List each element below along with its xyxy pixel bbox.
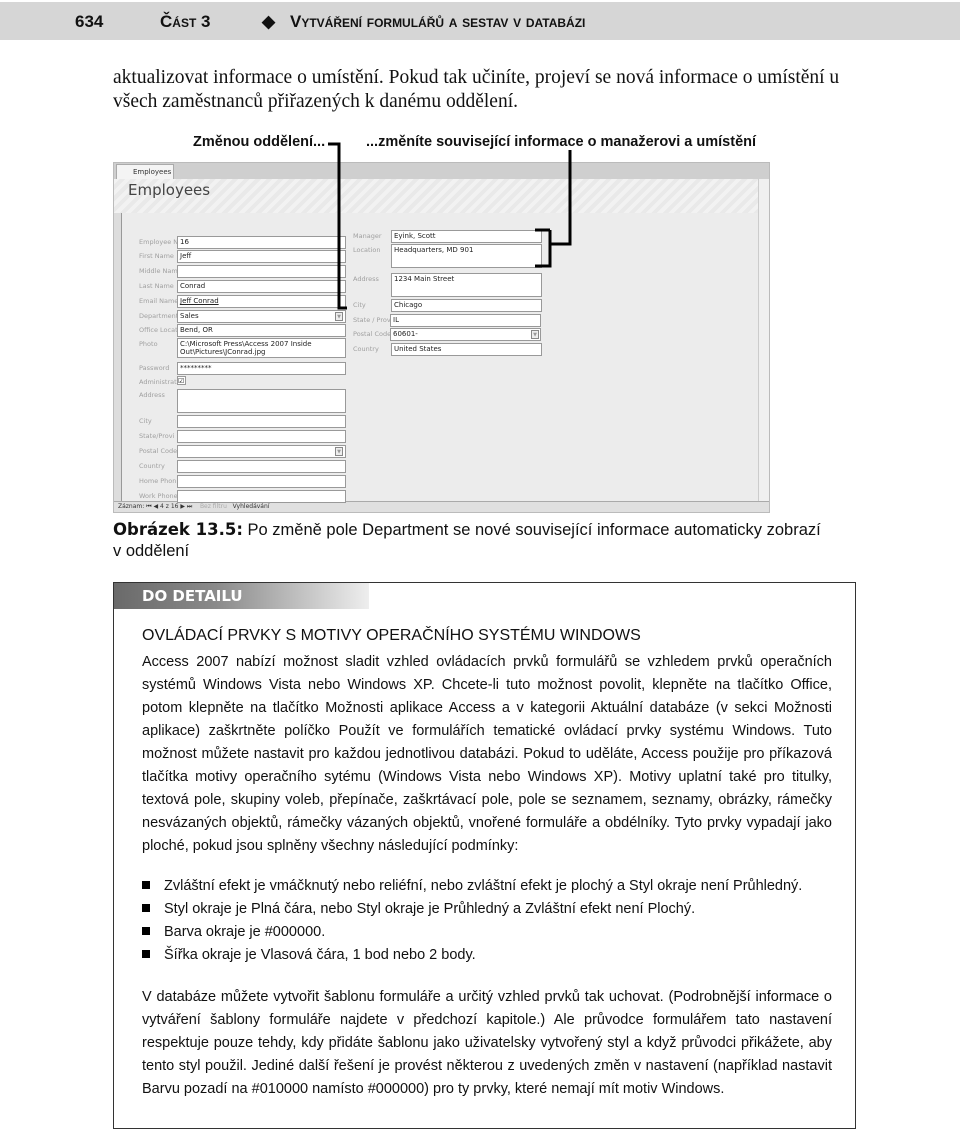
conditions-list: Zvláštní efekt je vmáčknutý nebo reliéfn… bbox=[142, 875, 802, 967]
list-item: Zvláštní efekt je vmáčknutý nebo reliéfn… bbox=[142, 875, 802, 898]
sidebar-box: DO DETAILU OVLÁDACÍ PRVKY S MOTIVY OPERA… bbox=[113, 582, 856, 1129]
list-item: Styl okraje je Plná čára, nebo Styl okra… bbox=[142, 898, 802, 921]
sidebar-paragraph-1: Access 2007 nabízí možnost sladit vzhled… bbox=[142, 654, 832, 854]
sidebar-heading: OVLÁDACÍ PRVKY S MOTIVY OPERAČNÍHO SYSTÉ… bbox=[142, 627, 641, 644]
list-item: Barva okraje je #000000. bbox=[142, 921, 802, 944]
sidebar-tag: DO DETAILU bbox=[114, 583, 369, 609]
list-item: Šířka okraje je Vlasová čára, 1 bod nebo… bbox=[142, 944, 802, 967]
sidebar-paragraph-2: V databáze můžete vytvořit šablonu formu… bbox=[142, 989, 832, 1097]
callout-lines bbox=[328, 142, 572, 310]
figure-caption: Obrázek 13.5: Po změně pole Department s… bbox=[113, 520, 821, 560]
